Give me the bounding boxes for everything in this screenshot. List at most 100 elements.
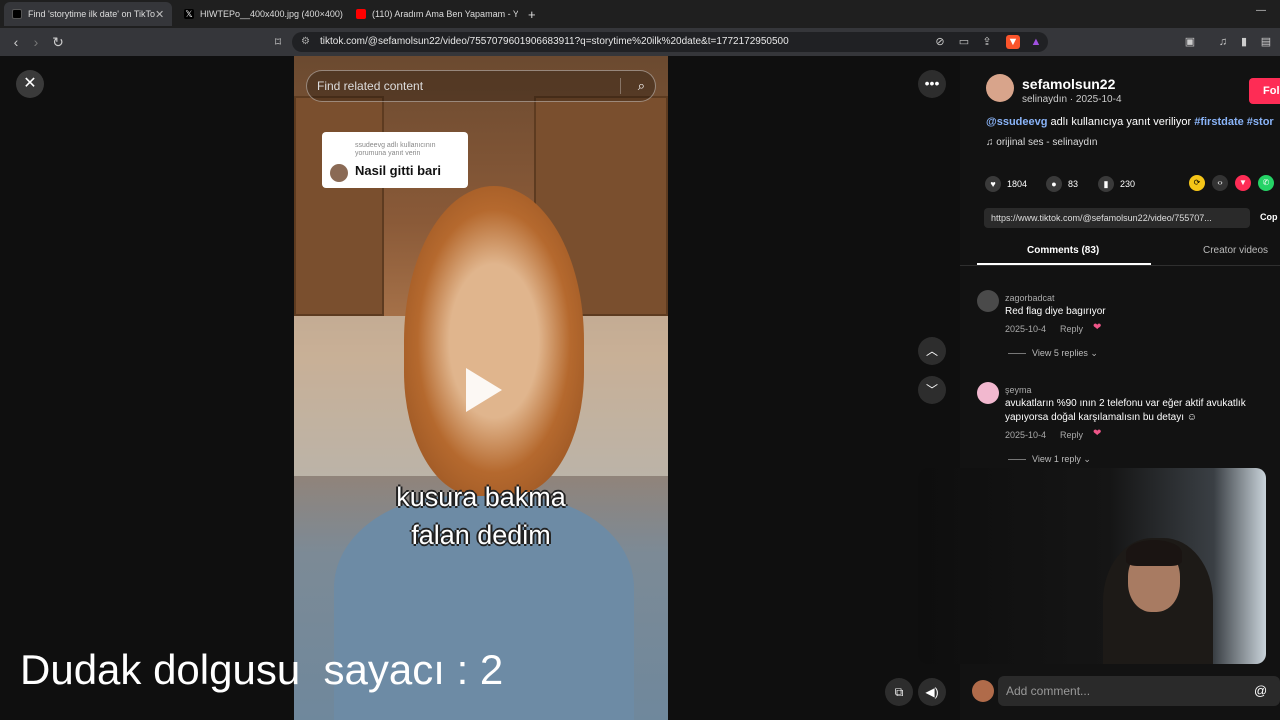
close-tab-icon[interactable]: ✕ xyxy=(155,8,164,21)
tab-title: Find 'storytime ilk date' on TikTo xyxy=(28,9,155,19)
sidebar-icon[interactable]: ▮ xyxy=(1237,35,1251,49)
view-replies-button[interactable]: View 5 replies ⌄ xyxy=(1008,348,1098,359)
add-comment-input[interactable]: Add comment... @ xyxy=(998,676,1280,706)
close-icon[interactable]: ✕ xyxy=(16,70,44,98)
tab-tiktok[interactable]: Find 'storytime ilk date' on TikTo ✕ xyxy=(4,2,172,26)
hashtag-links[interactable]: #firstdate #stor xyxy=(1194,116,1273,128)
mention-link[interactable]: @ssudeevg xyxy=(986,116,1047,128)
tab-youtube[interactable]: (110) Aradım Ama Ben Yapamam - Yo xyxy=(348,2,518,26)
site-settings-icon[interactable]: ⚙ xyxy=(301,32,310,52)
video-description: @ssudeevg adlı kullanıcıya yanıt veriliy… xyxy=(986,116,1274,128)
reply-dash xyxy=(1008,459,1026,461)
view-replies-button[interactable]: View 1 reply ⌄ xyxy=(1008,454,1091,465)
wallet-icon[interactable]: ▤ xyxy=(1259,35,1273,49)
video-stage: ✕ Find related content ⌕ ssudeevg adlı k… xyxy=(0,56,960,720)
cabinet-left xyxy=(294,96,384,316)
reply-card-caption: ssudeevg adlı kullanıcının yorumuna yanı… xyxy=(355,142,436,157)
cast-icon[interactable]: ▭ xyxy=(957,35,971,49)
comment-username[interactable]: zagorbadcat xyxy=(1005,293,1055,303)
play-icon[interactable] xyxy=(466,368,502,412)
comment-meta: 2025-10-4 Reply xyxy=(1005,324,1083,334)
view-replies-label: View 1 reply ⌄ xyxy=(1032,454,1091,464)
address-toolbar: ‹ › ↻ ⌑ ⚙ tiktok.com/@sefamolsun22/video… xyxy=(0,28,1280,56)
bookmark-icon[interactable]: ⌑ xyxy=(270,34,286,50)
person-figure xyxy=(404,186,584,496)
minimize-button[interactable]: — xyxy=(1256,5,1266,16)
whatsapp-icon[interactable]: ✆ xyxy=(1258,175,1274,191)
search-placeholder: Find related content xyxy=(317,79,424,93)
reply-card-comment: Nasil gitti bari xyxy=(355,163,441,178)
like-count: 1804 xyxy=(1007,179,1028,189)
previous-video-icon[interactable]: ︿ xyxy=(918,337,946,365)
tab-title: (110) Aradım Ama Ben Yapamam - Yo xyxy=(372,9,518,19)
reply-button[interactable]: Reply xyxy=(1060,324,1083,334)
tab-divider xyxy=(960,265,1280,266)
mention-icon[interactable]: @ xyxy=(1254,676,1267,706)
bookmark-icon: ▮ xyxy=(1098,176,1114,192)
tab-title: HIWTEPo__400x400.jpg (400×400) xyxy=(200,9,343,19)
comment-avatar[interactable] xyxy=(977,290,999,312)
like-stat[interactable]: ♥ 1804 xyxy=(985,176,1027,192)
tab-comments[interactable]: Comments (83) xyxy=(1027,245,1099,256)
embed-icon[interactable]: ‹› xyxy=(1212,175,1228,191)
tiktok-page: ✕ Find related content ⌕ ssudeevg adlı k… xyxy=(0,56,1280,720)
next-video-icon[interactable]: ﹀ xyxy=(918,376,946,404)
search-icon[interactable]: ⌕ xyxy=(638,71,645,101)
music-link[interactable]: ♫ orijinal ses - selinaydın xyxy=(986,137,1097,148)
reply-card: ssudeevg adlı kullanıcının yorumuna yanı… xyxy=(322,132,468,188)
volume-icon[interactable]: ◀) xyxy=(918,678,946,706)
more-options-icon[interactable]: ••• xyxy=(918,70,946,98)
description-text: adlı kullanıcıya yanıt veriliyor xyxy=(1047,116,1195,128)
find-related-search[interactable]: Find related content ⌕ xyxy=(306,70,656,102)
picture-in-picture-icon[interactable]: ⧉ xyxy=(885,678,913,706)
save-count: 230 xyxy=(1120,179,1136,189)
reply-button[interactable]: Reply xyxy=(1060,430,1083,440)
brave-shield-icon[interactable]: ▼ xyxy=(1006,35,1020,49)
comment-username[interactable]: şeyma xyxy=(1005,385,1032,395)
copy-link-button[interactable]: Cop xyxy=(1260,212,1278,222)
video-caption-line-2: falan dedim xyxy=(411,520,551,550)
comment-text: Red flag diye bagırıyor xyxy=(1005,306,1106,317)
back-icon[interactable]: ‹ xyxy=(8,34,24,50)
send-icon[interactable]: ▼ xyxy=(1235,175,1251,191)
view-replies-label: View 5 replies ⌄ xyxy=(1032,348,1098,358)
tab-creator-videos[interactable]: Creator videos xyxy=(1203,245,1268,256)
avatar xyxy=(330,164,348,182)
comment-avatar[interactable] xyxy=(977,382,999,404)
share-icon[interactable]: ⇪ xyxy=(980,35,994,49)
rewards-icon[interactable]: ▲ xyxy=(1029,35,1043,49)
save-stat[interactable]: ▮ 230 xyxy=(1098,176,1135,192)
share-link-field[interactable]: https://www.tiktok.com/@sefamolsun22/vid… xyxy=(984,208,1250,228)
x-logo-icon: 𝕏 xyxy=(184,9,194,19)
streamer-hair xyxy=(1126,540,1182,566)
stream-overlay-counter: Dudak dolgusu sayacı : 2 xyxy=(20,646,504,693)
author-meta: selinaydın · 2025-10-4 xyxy=(1022,94,1122,105)
youtube-icon xyxy=(356,9,366,19)
forward-icon[interactable]: › xyxy=(28,34,44,50)
add-comment-placeholder: Add comment... xyxy=(1006,684,1091,698)
screenshot-icon[interactable]: ▣ xyxy=(1183,35,1197,49)
reply-dash xyxy=(1008,353,1026,355)
comment-icon: ● xyxy=(1046,176,1062,192)
author-name[interactable]: sefamolsun22 xyxy=(1022,76,1115,92)
comment-text: avukatların %90 ının 2 telefonu var eğer… xyxy=(1005,398,1246,423)
video-player[interactable]: Find related content ⌕ ssudeevg adlı kul… xyxy=(294,56,668,720)
video-caption-line-1: kusura bakma xyxy=(396,482,566,512)
webcam-overlay xyxy=(918,468,1266,664)
follow-button[interactable]: Fol xyxy=(1249,78,1280,104)
browser-tab-strip: Find 'storytime ilk date' on TikTo ✕ 𝕏 H… xyxy=(0,0,1280,28)
heart-icon: ♥ xyxy=(985,176,1001,192)
reload-icon[interactable]: ↻ xyxy=(50,34,66,50)
author-avatar[interactable] xyxy=(986,74,1014,102)
comment-date: 2025-10-4 xyxy=(1005,324,1047,334)
comment-stat[interactable]: ● 83 xyxy=(1046,176,1078,192)
new-tab-button[interactable]: + xyxy=(520,2,542,26)
repost-icon[interactable]: ⟳ xyxy=(1189,175,1205,191)
no-tracking-icon[interactable]: ⊘ xyxy=(933,35,947,49)
creator-liked-icon: ❤ xyxy=(1093,428,1102,439)
search-divider xyxy=(620,78,621,94)
comment-meta: 2025-10-4 Reply xyxy=(1005,430,1083,440)
creator-liked-icon: ❤ xyxy=(1093,322,1102,333)
music-icon[interactable]: ♫ xyxy=(1216,35,1230,49)
tab-image[interactable]: 𝕏 HIWTEPo__400x400.jpg (400×400) xyxy=(176,2,348,26)
